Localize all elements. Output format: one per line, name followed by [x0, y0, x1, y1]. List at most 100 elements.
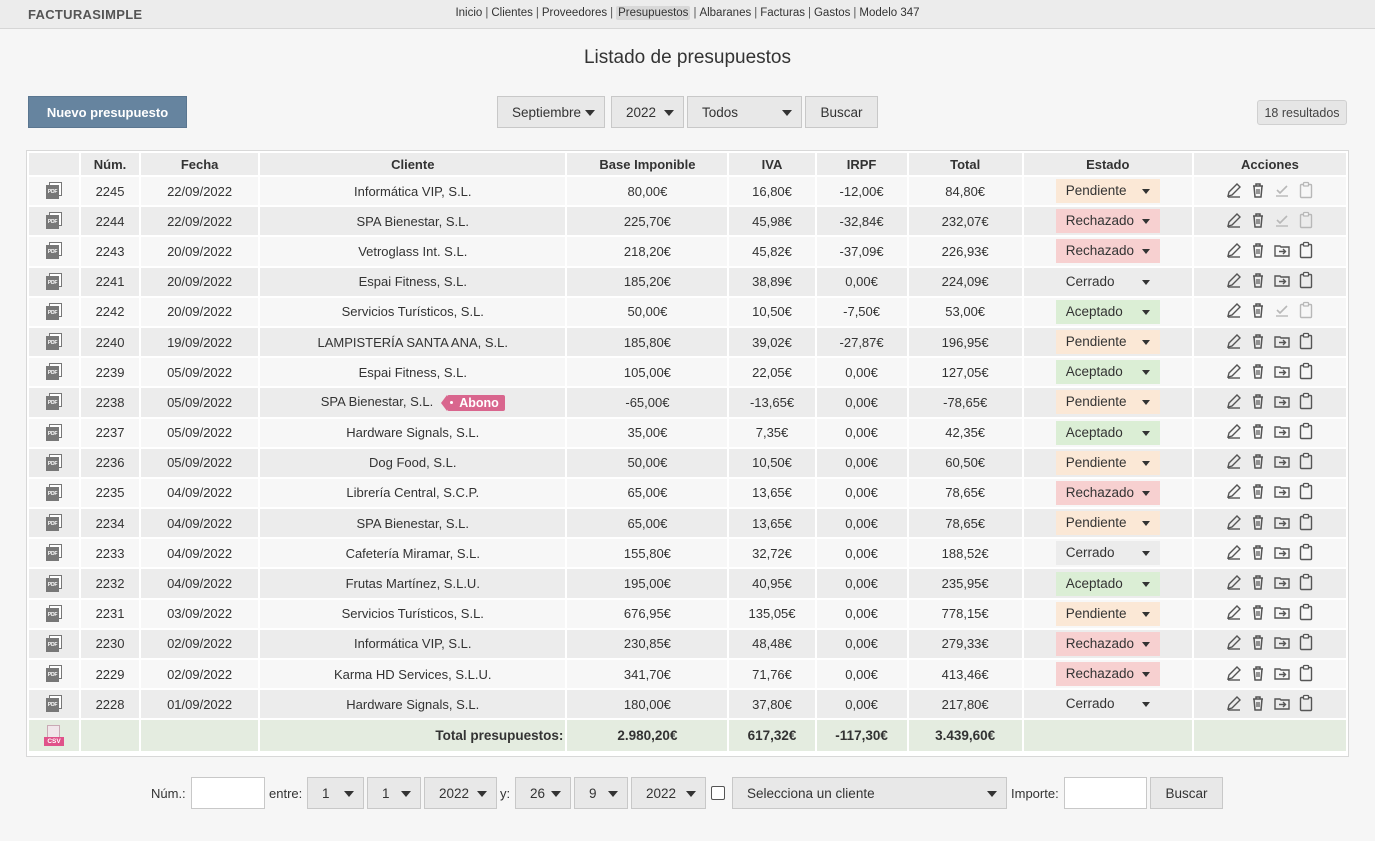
- to-year-select[interactable]: 2022: [631, 777, 706, 809]
- trash-icon[interactable]: [1249, 362, 1267, 383]
- csv-icon[interactable]: CSV: [44, 724, 65, 747]
- status-select[interactable]: Todos: [687, 96, 802, 128]
- nav-link-clientes[interactable]: Clientes: [491, 7, 533, 19]
- convert-icon[interactable]: [1273, 241, 1291, 262]
- trash-icon[interactable]: [1249, 633, 1267, 654]
- table-row[interactable]: PDF 2241 20/09/2022 Espai Fitness, S.L. …: [29, 267, 1346, 296]
- convert-icon[interactable]: [1273, 332, 1291, 353]
- pdf-cell[interactable]: PDF: [29, 358, 80, 387]
- new-budget-button[interactable]: Nuevo presupuesto: [28, 96, 187, 128]
- clipboard-icon[interactable]: [1297, 664, 1315, 685]
- client-name[interactable]: SPA Bienestar, S.L.: [321, 394, 434, 409]
- status-select[interactable]: Aceptado: [1055, 571, 1160, 596]
- table-row[interactable]: PDF 2231 03/09/2022 Servicios Turísticos…: [29, 599, 1346, 628]
- num-input[interactable]: [191, 777, 265, 809]
- clipboard-icon[interactable]: [1297, 211, 1315, 232]
- clipboard-icon[interactable]: [1297, 543, 1315, 564]
- convert-icon[interactable]: [1273, 664, 1291, 685]
- client-name[interactable]: Vetroglass Int. S.L.: [358, 244, 467, 259]
- edit-icon[interactable]: [1225, 301, 1243, 322]
- clipboard-icon[interactable]: [1297, 271, 1315, 292]
- edit-icon[interactable]: [1225, 271, 1243, 292]
- client-name[interactable]: Librería Central, S.C.P.: [346, 485, 479, 500]
- pdf-icon[interactable]: PDF: [46, 333, 63, 351]
- clipboard-icon[interactable]: [1297, 482, 1315, 503]
- clipboard-icon[interactable]: [1297, 332, 1315, 353]
- convert-icon[interactable]: [1273, 633, 1291, 654]
- table-row[interactable]: PDF 2230 02/09/2022 Informática VIP, S.L…: [29, 629, 1346, 658]
- client-name[interactable]: Dog Food, S.L.: [369, 455, 456, 470]
- convert-icon[interactable]: [1273, 694, 1291, 715]
- trash-icon[interactable]: [1249, 301, 1267, 322]
- clipboard-icon[interactable]: [1297, 392, 1315, 413]
- clipboard-icon[interactable]: [1297, 422, 1315, 443]
- edit-icon[interactable]: [1225, 513, 1243, 534]
- pdf-cell[interactable]: PDF: [29, 539, 80, 568]
- clipboard-icon[interactable]: [1297, 452, 1315, 473]
- nav-link-facturas[interactable]: Facturas: [760, 7, 805, 19]
- trash-icon[interactable]: [1249, 603, 1267, 624]
- csv-cell[interactable]: CSV: [29, 720, 80, 752]
- edit-icon[interactable]: [1225, 362, 1243, 383]
- nav-link-inicio[interactable]: Inicio: [455, 7, 482, 19]
- pdf-cell[interactable]: PDF: [29, 297, 80, 326]
- clipboard-icon[interactable]: [1297, 633, 1315, 654]
- nav-link-albaranes[interactable]: Albaranes: [699, 7, 751, 19]
- nav-link-proveedores[interactable]: Proveedores: [542, 7, 607, 19]
- trash-icon[interactable]: [1249, 422, 1267, 443]
- status-select[interactable]: Rechazado: [1055, 480, 1160, 505]
- client-name[interactable]: Espai Fitness, S.L.: [359, 274, 467, 289]
- convert-icon[interactable]: [1273, 573, 1291, 594]
- edit-icon[interactable]: [1225, 181, 1243, 202]
- edit-icon[interactable]: [1225, 664, 1243, 685]
- pdf-cell[interactable]: PDF: [29, 327, 80, 357]
- convert-icon[interactable]: [1273, 271, 1291, 292]
- check-icon[interactable]: [1273, 181, 1291, 202]
- nav-link-modelo-347[interactable]: Modelo 347: [859, 7, 919, 19]
- pdf-icon[interactable]: PDF: [46, 604, 63, 623]
- edit-icon[interactable]: [1225, 332, 1243, 353]
- table-row[interactable]: PDF 2234 04/09/2022 SPA Bienestar, S.L. …: [29, 509, 1346, 538]
- status-select[interactable]: Pendiente: [1055, 330, 1160, 355]
- table-row[interactable]: PDF 2233 04/09/2022 Cafetería Miramar, S…: [29, 539, 1346, 568]
- table-row[interactable]: PDF 2244 22/09/2022 SPA Bienestar, S.L. …: [29, 207, 1346, 236]
- client-name[interactable]: LAMPISTERÍA SANTA ANA, S.L.: [318, 335, 509, 350]
- trash-icon[interactable]: [1249, 573, 1267, 594]
- status-select[interactable]: Pendiente: [1055, 390, 1160, 415]
- trash-icon[interactable]: [1249, 664, 1267, 685]
- convert-icon[interactable]: [1273, 362, 1291, 383]
- filter-search-button[interactable]: Buscar: [1150, 777, 1223, 809]
- client-name[interactable]: Cafetería Miramar, S.L.: [346, 546, 480, 561]
- status-select[interactable]: Aceptado: [1055, 420, 1160, 445]
- pdf-icon[interactable]: PDF: [46, 453, 63, 472]
- client-name[interactable]: SPA Bienestar, S.L.: [357, 214, 470, 229]
- status-select[interactable]: Pendiente: [1055, 511, 1160, 536]
- client-name[interactable]: Espai Fitness, S.L.: [359, 365, 467, 380]
- pdf-cell[interactable]: PDF: [29, 629, 80, 658]
- edit-icon[interactable]: [1225, 694, 1243, 715]
- pdf-cell[interactable]: PDF: [29, 660, 80, 689]
- trash-icon[interactable]: [1249, 332, 1267, 353]
- client-name[interactable]: Servicios Turísticos, S.L.: [342, 304, 484, 319]
- clipboard-icon[interactable]: [1297, 362, 1315, 383]
- filter-checkbox[interactable]: [711, 786, 725, 800]
- check-icon[interactable]: [1273, 301, 1291, 322]
- pdf-icon[interactable]: PDF: [46, 483, 63, 502]
- edit-icon[interactable]: [1225, 603, 1243, 624]
- client-name[interactable]: Servicios Turísticos, S.L.: [342, 606, 484, 621]
- pdf-cell[interactable]: PDF: [29, 388, 80, 417]
- table-row[interactable]: PDF 2228 01/09/2022 Hardware Signals, S.…: [29, 690, 1346, 719]
- client-select[interactable]: Selecciona un cliente: [732, 777, 1007, 809]
- edit-icon[interactable]: [1225, 573, 1243, 594]
- edit-icon[interactable]: [1225, 633, 1243, 654]
- client-name[interactable]: Hardware Signals, S.L.: [346, 697, 479, 712]
- clipboard-icon[interactable]: [1297, 241, 1315, 262]
- table-row[interactable]: PDF 2236 05/09/2022 Dog Food, S.L. 50,00…: [29, 448, 1346, 477]
- convert-icon[interactable]: [1273, 482, 1291, 503]
- status-select[interactable]: Pendiente: [1055, 450, 1160, 475]
- status-select[interactable]: Pendiente: [1055, 601, 1160, 626]
- trash-icon[interactable]: [1249, 694, 1267, 715]
- table-row[interactable]: PDF 2232 04/09/2022 Frutas Martínez, S.L…: [29, 569, 1346, 598]
- client-name[interactable]: Karma HD Services, S.L.U.: [334, 667, 492, 682]
- status-select[interactable]: Rechazado: [1055, 239, 1160, 264]
